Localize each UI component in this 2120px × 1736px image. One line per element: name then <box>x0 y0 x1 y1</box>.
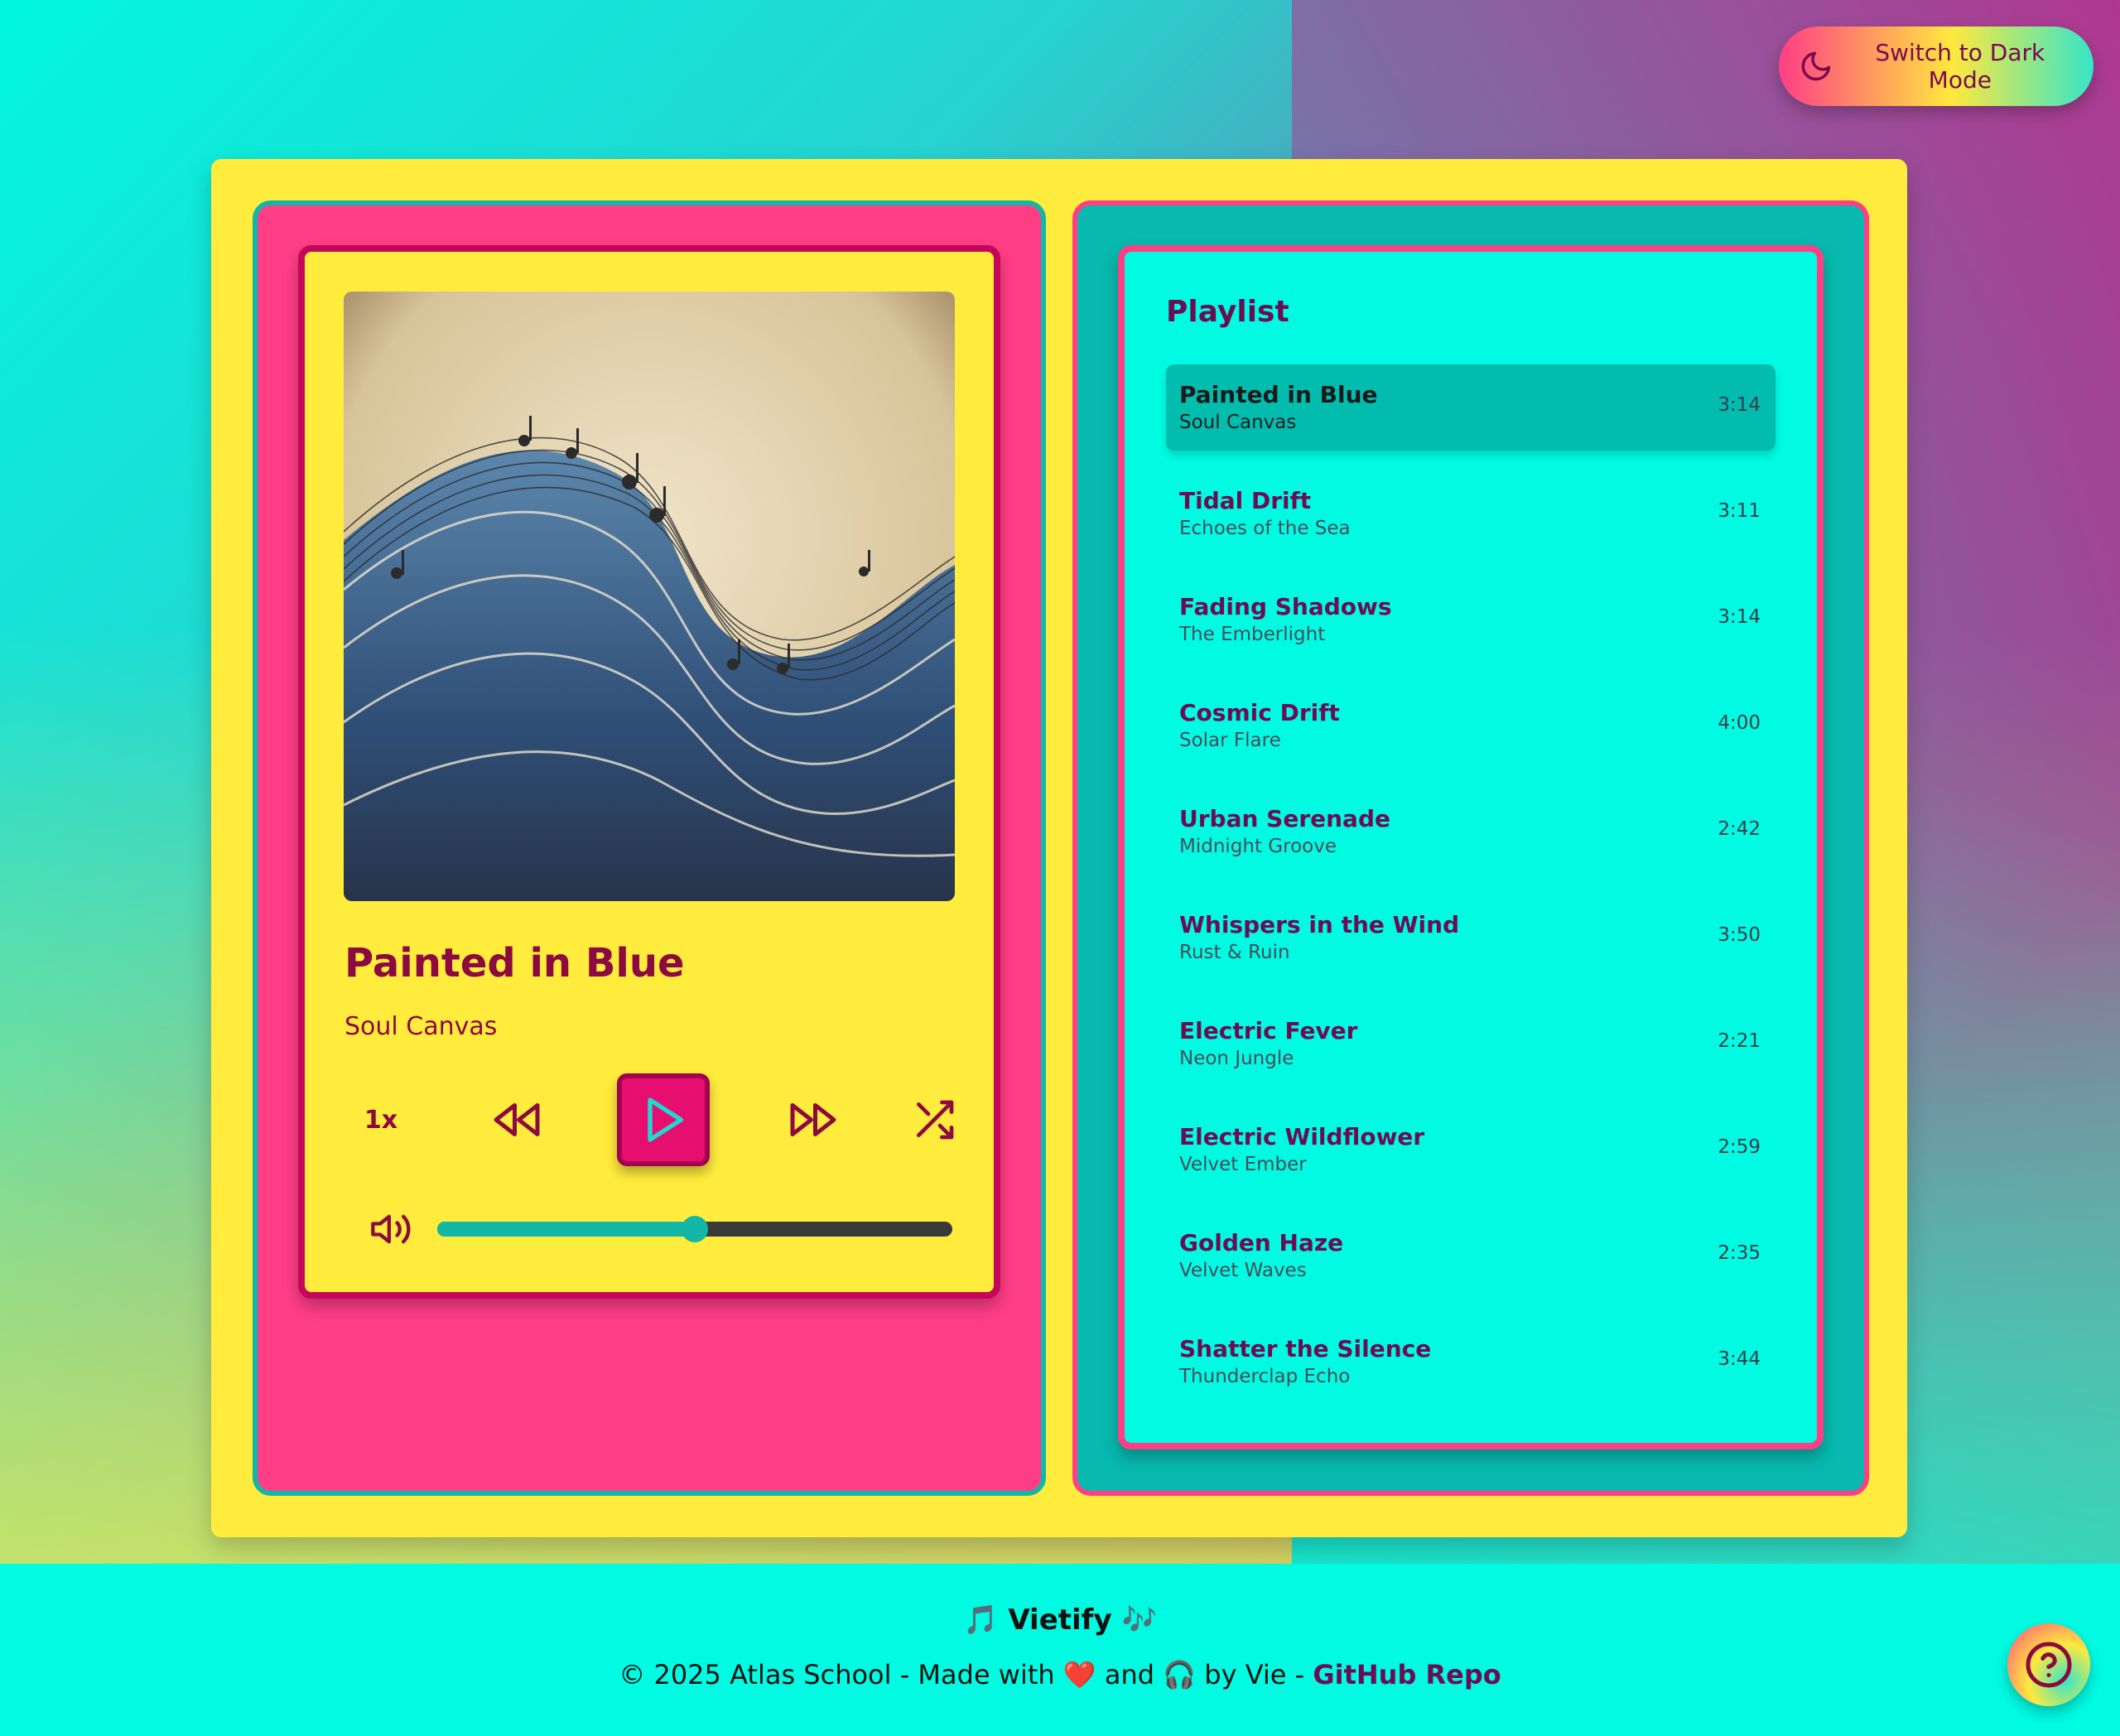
playlist-item-title: Electric Wildflower <box>1179 1123 1425 1150</box>
playback-speed-button[interactable]: 1x <box>348 1095 414 1145</box>
playlist-item-duration: 3:44 <box>1718 1348 1761 1370</box>
now-playing-title: Painted in Blue <box>344 940 685 986</box>
volume-slider-fill <box>437 1222 695 1237</box>
moon-icon <box>1801 51 1831 81</box>
playlist-item-artist: Velvet Ember <box>1179 1154 1307 1175</box>
playlist-item-artist: Neon Jungle <box>1179 1048 1294 1069</box>
playlist-item-duration: 2:35 <box>1718 1242 1761 1264</box>
playlist-item-artist: Soul Canvas <box>1179 412 1297 433</box>
shuffle-icon <box>917 1100 954 1140</box>
playlist-item[interactable]: Fading Shadows The Emberlight 3:14 <box>1166 576 1776 663</box>
rewind-button[interactable] <box>487 1090 547 1150</box>
playlist-item-title: Electric Fever <box>1179 1017 1358 1044</box>
playlist-item-artist: The Emberlight <box>1179 624 1326 645</box>
footer-copyright: © 2025 Atlas School - Made with ❤️ and 🎧… <box>0 1659 2120 1690</box>
playlist-item-artist: Echoes of the Sea <box>1179 518 1351 539</box>
playlist-item-title: Shatter the Silence <box>1179 1335 1432 1362</box>
and-text: and <box>1104 1659 1155 1690</box>
by-text: by Vie - <box>1204 1659 1305 1690</box>
playlist-item[interactable]: Urban Serenade Midnight Groove 2:42 <box>1166 788 1776 875</box>
playlist-item[interactable]: Shatter the Silence Thunderclap Echo 3:44 <box>1166 1319 1776 1405</box>
fast-forward-button[interactable] <box>783 1090 843 1150</box>
dark-mode-toggle-button[interactable]: Switch to Dark Mode <box>1779 27 2094 106</box>
playlist-item[interactable]: Painted in Blue Soul Canvas 3:14 <box>1166 364 1776 451</box>
playlist-item-duration: 2:42 <box>1718 818 1761 840</box>
playlist-item[interactable]: Whispers in the Wind Rust & Ruin 3:50 <box>1166 895 1776 981</box>
album-cover <box>344 292 955 901</box>
playlist-item-artist: Velvet Waves <box>1179 1260 1307 1281</box>
footer <box>0 1564 2120 1736</box>
playlist-item-title: Fading Shadows <box>1179 593 1392 620</box>
playlist-item-duration: 3:50 <box>1718 924 1761 946</box>
shuffle-button[interactable] <box>904 1085 964 1155</box>
playlist-item-title: Whispers in the Wind <box>1179 911 1460 938</box>
playlist-item[interactable]: Tidal Drift Echoes of the Sea 3:11 <box>1166 470 1776 557</box>
playlist-item-duration: 2:21 <box>1718 1030 1761 1052</box>
playlist-item-duration: 3:14 <box>1718 394 1761 416</box>
playlist-item-duration: 2:59 <box>1718 1136 1761 1158</box>
playlist-item[interactable]: Electric Fever Neon Jungle 2:21 <box>1166 1001 1776 1087</box>
playlist-item-title: Urban Serenade <box>1179 805 1390 832</box>
volume-icon <box>371 1214 411 1244</box>
playlist-item-duration: 3:11 <box>1718 500 1761 522</box>
playlist-item-duration: 3:14 <box>1718 606 1761 628</box>
headphones-icon: 🎧 <box>1163 1659 1197 1690</box>
playlist-item[interactable]: Cosmic Drift Solar Flare 4:00 <box>1166 682 1776 769</box>
playlist-item-title: Cosmic Drift <box>1179 699 1340 726</box>
now-playing-artist: Soul Canvas <box>344 1012 498 1041</box>
play-button[interactable] <box>617 1073 710 1166</box>
playlist-heading: Playlist <box>1166 295 1289 329</box>
heart-icon: ❤️ <box>1062 1659 1096 1690</box>
footer-brand: 🎵 Vietify 🎶 <box>963 1603 1157 1637</box>
playlist-item-artist: Rust & Ruin <box>1179 942 1290 963</box>
github-repo-link[interactable]: GitHub Repo <box>1313 1659 1501 1690</box>
playlist-item-title: Painted in Blue <box>1179 381 1378 408</box>
fast-forward-icon <box>790 1103 836 1136</box>
volume-slider-thumb[interactable] <box>682 1216 708 1242</box>
playlist-item-duration: 4:00 <box>1718 712 1761 734</box>
copyright-text: © 2025 Atlas School - Made with <box>619 1659 1055 1690</box>
dark-mode-toggle-label: Switch to Dark Mode <box>1875 39 2045 94</box>
playlist-item-artist: Thunderclap Echo <box>1179 1366 1351 1387</box>
playlist-item[interactable]: Golden Haze Velvet Waves 2:35 <box>1166 1213 1776 1299</box>
volume-slider[interactable] <box>437 1216 952 1242</box>
rewind-icon <box>494 1103 540 1136</box>
playlist-item-artist: Solar Flare <box>1179 730 1281 751</box>
play-icon <box>648 1097 683 1142</box>
playlist-item-title: Golden Haze <box>1179 1229 1344 1256</box>
playlist-item-artist: Midnight Groove <box>1179 836 1337 857</box>
mute-button[interactable] <box>364 1203 417 1256</box>
playlist-item[interactable]: Electric Wildflower Velvet Ember 2:59 <box>1166 1107 1776 1193</box>
help-icon <box>2026 1642 2072 1688</box>
help-button[interactable] <box>2007 1623 2090 1706</box>
playlist-item-title: Tidal Drift <box>1179 487 1312 514</box>
